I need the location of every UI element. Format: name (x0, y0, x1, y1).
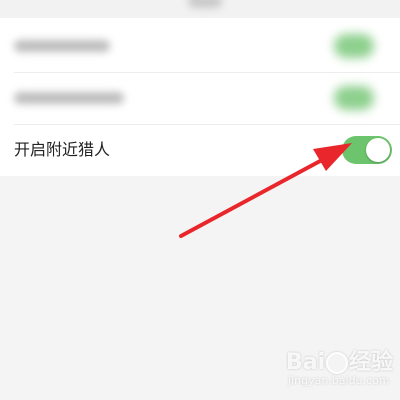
setting-label-nearby-hunters: 开启附近猎人 (14, 140, 111, 159)
nearby-hunters-toggle[interactable] (342, 136, 392, 164)
blurred-setting-label (14, 92, 124, 104)
baidu-paw-icon (326, 352, 349, 374)
blurred-setting-row (0, 20, 400, 72)
watermark-logo-right: 经验 (349, 350, 394, 375)
blurred-header-text (188, 0, 222, 8)
toggle-knob (366, 138, 390, 162)
blurred-setting-row (0, 72, 400, 124)
watermark-url: jingyan.baidu.com (288, 374, 390, 387)
settings-screen: 开启附近猎人 Bai 经验 jingyan.baidu.com (0, 0, 400, 400)
blurred-setting-label (14, 40, 110, 52)
blurred-toggle-icon[interactable] (334, 34, 374, 58)
setting-row-nearby-hunters: 开启附近猎人 (0, 124, 400, 176)
watermark-logo-left: Bai (286, 350, 326, 375)
watermark-logo: Bai 经验 (286, 344, 393, 376)
blurred-toggle-icon[interactable] (334, 86, 374, 110)
blurred-header (0, 0, 400, 18)
baidu-jingyan-watermark: Bai 经验 jingyan.baidu.com (286, 344, 396, 396)
settings-list: 开启附近猎人 (0, 18, 400, 176)
